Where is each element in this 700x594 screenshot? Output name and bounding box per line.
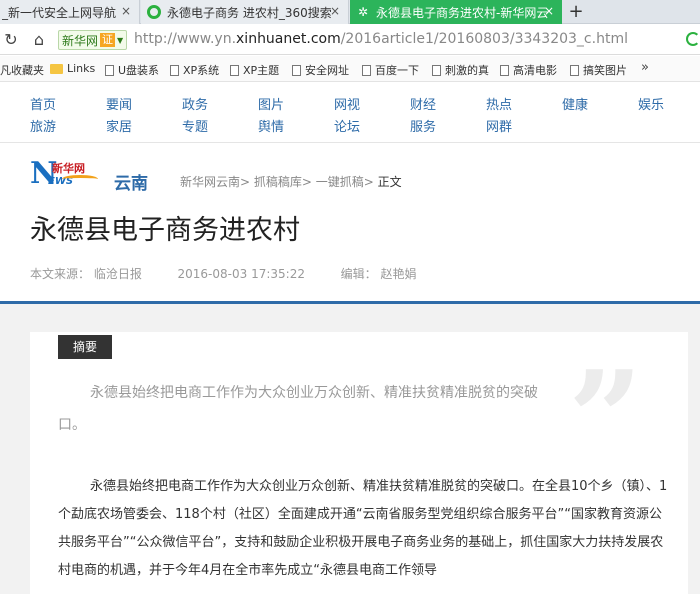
editor-label: 编辑： (340, 267, 377, 281)
search-engine-icon (147, 5, 161, 19)
bookmark-xp-theme[interactable]: XP主题 (230, 62, 279, 78)
nav-public-opinion[interactable]: 舆情 (258, 116, 284, 135)
tab-label: 永德电子商务 进农村_360搜索 (167, 5, 332, 20)
nav-news[interactable]: 要闻 (106, 94, 132, 113)
close-tab-icon[interactable]: × (542, 4, 556, 18)
tab-label: _新一代安全上网导航 (2, 5, 117, 20)
bookmark-label: 高清电影 (513, 64, 557, 77)
url-domain: xinhuanet.com (236, 31, 341, 47)
certificate-badge: 证 (100, 33, 116, 47)
nav-home-living[interactable]: 家居 (106, 116, 132, 135)
bookmark-label: U盘装系 (118, 64, 160, 77)
url-field[interactable]: http://www.yn.xinhuanet.com/2016article1… (134, 31, 628, 47)
nav-finance[interactable]: 财经 (410, 94, 436, 113)
nav-travel[interactable]: 旅游 (30, 116, 56, 135)
url-path: /2016article1/20160803/3343203_c.html (340, 31, 628, 47)
bookmark-baidu[interactable]: 百度一下 (362, 62, 419, 78)
close-tab-icon[interactable]: × (119, 4, 133, 18)
tab-strip: _新一代安全上网导航 × 永德电子商务 进农村_360搜索 × ✲ 永德县电子商… (0, 0, 700, 24)
publish-datetime: 2016-08-03 17:35:22 (177, 267, 305, 281)
bookmark-label: 搞笑图片 (583, 64, 627, 77)
bookmark-xp-system[interactable]: XP系统 (170, 62, 219, 78)
bookmark-label: 百度一下 (375, 64, 419, 77)
folder-icon (50, 63, 63, 74)
breadcrumb: 新华网云南> 抓稿稿库> 一键抓稿> 正文 (180, 173, 402, 190)
logo-brand: 新华网 (52, 162, 85, 175)
tab-navigation[interactable]: _新一代安全上网导航 × (0, 0, 140, 24)
nav-special[interactable]: 专题 (182, 116, 208, 135)
page-icon (170, 64, 179, 76)
site-badge-label: 新华网 (62, 33, 99, 48)
page-icon (230, 64, 239, 76)
bookmark-label: 凡收藏夹 (0, 64, 44, 77)
bookmark-usb-system[interactable]: U盘装系 (105, 62, 159, 78)
nav-services[interactable]: 服务 (410, 116, 436, 135)
bookmark-label: XP系统 (183, 64, 220, 77)
nav-home[interactable]: 首页 (30, 94, 56, 113)
bookmark-label: Links (67, 62, 96, 75)
tab-xinhuanet-active[interactable]: ✲ 永德县电子商务进农村-新华网云 × (350, 0, 562, 24)
nav-video[interactable]: 网视 (334, 94, 360, 113)
article-abstract: 永德县始终把电商工作作为大众创业万众创新、精准扶贫精准脱贫的突破口。 (58, 385, 538, 433)
breadcrumb-current: 正文 (377, 175, 402, 189)
source-value: 临沧日报 (93, 267, 142, 281)
bookmark-links[interactable]: Links (50, 62, 95, 75)
tab-label: 永德县电子商务进农村-新华网云 (376, 5, 549, 20)
channel-name[interactable]: 云南 (114, 169, 148, 194)
article-body: 永德县始终把电商工作作为大众创业万众创新、精准扶贫精准脱贫的突破口。在全县10个… (58, 479, 668, 578)
new-tab-button[interactable]: + (566, 1, 586, 23)
nav-government[interactable]: 政务 (182, 94, 208, 113)
nav-photos[interactable]: 图片 (258, 94, 284, 113)
editor-value: 赵艳娟 (380, 267, 417, 281)
site-navigation: 首页 要闻 政务 图片 网视 财经 热点 健康 娱乐 旅游 家居 专题 舆情 论… (0, 83, 700, 143)
tab-360-search[interactable]: 永德电子商务 进农村_360搜索 × (141, 0, 349, 24)
page-icon (500, 64, 509, 76)
nav-forum[interactable]: 论坛 (334, 116, 360, 135)
bookmarks-overflow-button[interactable]: » (641, 60, 649, 75)
article-title: 永德县电子商务进农村 (30, 215, 300, 246)
loading-icon (686, 32, 700, 46)
page-icon (292, 64, 301, 76)
quote-mark-icon: ” (568, 342, 643, 495)
source-label: 本文来源： (30, 267, 91, 281)
bookmarks-bar: 凡收藏夹 Links U盘装系 XP系统 XP主题 安全网址 百度一下 刺激的真… (0, 56, 700, 82)
address-bar: ↻ ⌂ 新华网 证 ▼ http://www.yn.xinhuanet.com/… (0, 25, 700, 55)
nav-hot[interactable]: 热点 (486, 94, 512, 113)
bookmark-label: XP主题 (243, 64, 280, 77)
web-page: 首页 要闻 政务 图片 网视 财经 热点 健康 娱乐 旅游 家居 专题 舆情 论… (0, 83, 700, 594)
nav-network[interactable]: 网群 (486, 116, 512, 135)
chevron-down-icon: ▼ (117, 35, 124, 45)
bookmark-favorites[interactable]: 凡收藏夹 (0, 62, 44, 78)
refresh-icon[interactable]: ↻ (0, 29, 22, 51)
bookmark-label: 刺激的真 (445, 64, 489, 77)
bookmark-label: 安全网址 (305, 64, 349, 77)
logo-swoosh-icon (62, 175, 98, 183)
bookmark-funny-pics[interactable]: 搞笑图片 (570, 62, 627, 78)
nav-entertainment[interactable]: 娱乐 (638, 94, 664, 113)
abstract-tag: 摘要 (58, 335, 112, 359)
bookmark-thrilling[interactable]: 刺激的真 (432, 62, 489, 78)
close-tab-icon[interactable]: × (328, 4, 342, 18)
breadcrumb-path[interactable]: 新华网云南> 抓稿稿库> 一键抓稿> (180, 175, 378, 189)
site-favicon-icon: ✲ (357, 5, 369, 19)
nav-health[interactable]: 健康 (562, 94, 588, 113)
url-prefix: http://www.yn. (134, 31, 237, 47)
bookmark-hd-movies[interactable]: 高清电影 (500, 62, 557, 78)
page-icon (105, 64, 114, 76)
site-identity-badge[interactable]: 新华网 证 ▼ (58, 30, 128, 50)
article-meta: 本文来源： 临沧日报 2016-08-03 17:35:22 编辑： 赵艳娟 (30, 265, 416, 282)
page-icon (570, 64, 579, 76)
bookmark-safe-sites[interactable]: 安全网址 (292, 62, 349, 78)
home-icon[interactable]: ⌂ (28, 29, 50, 51)
page-icon (432, 64, 441, 76)
page-icon (362, 64, 371, 76)
